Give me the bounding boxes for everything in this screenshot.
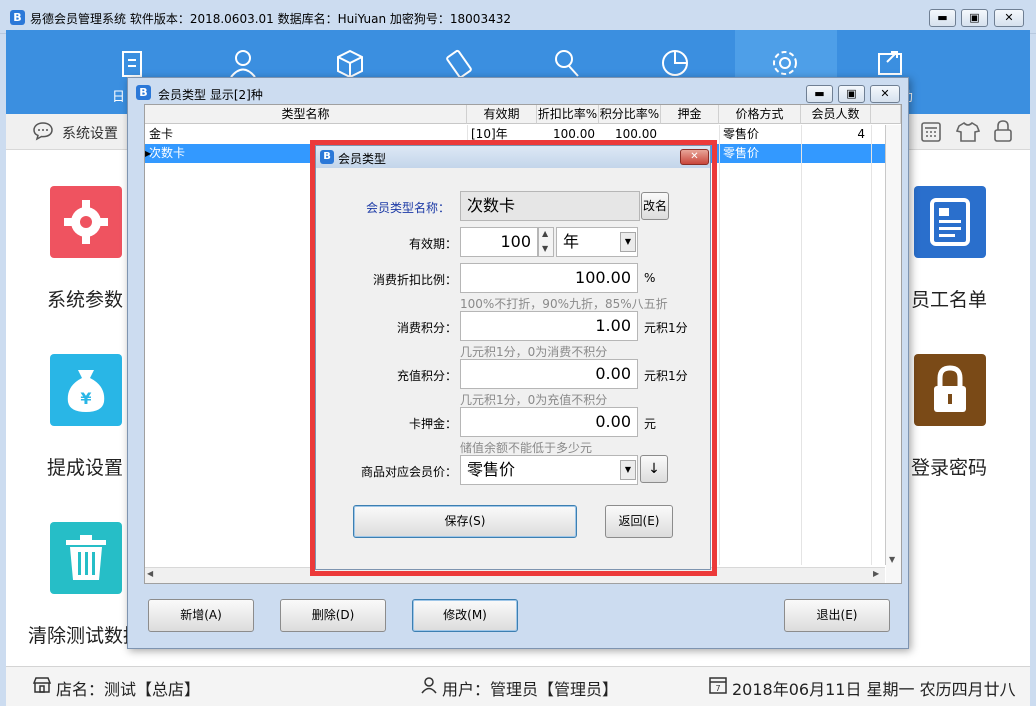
app-logo-icon: B: [10, 10, 25, 25]
minimize-button[interactable]: ▬: [929, 9, 956, 27]
clear-test-label[interactable]: 清除测试数据: [28, 621, 142, 648]
mt-maximize-button[interactable]: ▣: [838, 85, 865, 103]
scroll-left-icon[interactable]: ◀: [147, 569, 153, 578]
col-header-blank: [871, 105, 901, 124]
login-pwd-label[interactable]: 登录密码: [911, 453, 987, 480]
lock-icon: [934, 365, 966, 412]
sys-params-label[interactable]: 系统参数: [47, 285, 123, 312]
help-icon: [878, 51, 902, 75]
window-logo-icon: B: [136, 85, 151, 100]
cell-price-mode: 零售价: [723, 146, 760, 160]
scroll-right-icon[interactable]: ▶: [873, 569, 879, 578]
document-icon: [930, 198, 970, 246]
store-icon: [32, 677, 52, 693]
gear-icon: [773, 51, 797, 75]
mt-close-button[interactable]: ✕: [870, 85, 900, 103]
col-header-validity[interactable]: 有效期: [467, 105, 537, 124]
grid-line: [871, 125, 872, 565]
member-type-window-title: 会员类型 显示[2]种: [158, 88, 263, 102]
staff-list-label[interactable]: 员工名单: [911, 285, 987, 312]
col-header-points[interactable]: 积分比率%: [599, 105, 661, 124]
chat-icon: [33, 122, 53, 141]
grid-line: [719, 125, 720, 565]
col-header-name[interactable]: 类型名称: [145, 105, 467, 124]
clear-test-tile[interactable]: [50, 522, 122, 594]
tag-icon: [446, 49, 472, 78]
user-icon: [421, 677, 437, 694]
col-header-deposit[interactable]: 押金: [661, 105, 719, 124]
sys-params-tile[interactable]: [50, 186, 122, 258]
commission-tile[interactable]: ¥: [50, 354, 122, 426]
calendar-icon: 7: [709, 677, 727, 694]
search-icon: [555, 50, 579, 77]
highlight-frame: [310, 140, 717, 576]
toolstrip-title: 系统设置: [62, 126, 118, 142]
cell-price-mode: 零售价: [723, 127, 760, 141]
current-user: 用户：管理员【管理员】: [442, 680, 619, 699]
mt-minimize-button[interactable]: ▬: [806, 85, 833, 103]
user-icon: [230, 50, 256, 78]
date-display: 2018年06月11日 星期一 农历四月廿八: [732, 680, 1016, 699]
svg-text:7: 7: [715, 684, 720, 693]
main-titlebar: B 易德会员管理系统 软件版本：2018.0603.01 数据库名：HuiYua…: [0, 0, 1036, 34]
store-name: 店名：测试【总店】: [56, 680, 201, 699]
edit-button[interactable]: 修改(M): [412, 599, 518, 632]
app-title: 易德会员管理系统 软件版本：2018.0603.01 数据库名：HuiYuan …: [30, 12, 511, 26]
vertical-scrollbar[interactable]: ▼: [886, 125, 901, 583]
add-button[interactable]: 新增(A): [148, 599, 254, 632]
box-icon: [337, 49, 363, 78]
statusbar: 店名：测试【总店】 用户：管理员【管理员】 7 2018年06月11日 星期一 …: [6, 666, 1030, 706]
svg-text:¥: ¥: [80, 389, 91, 408]
pie-icon: [662, 50, 688, 76]
clipboard-icon: [122, 51, 142, 77]
col-header-members[interactable]: 会员人数: [801, 105, 871, 124]
close-button[interactable]: ✕: [994, 9, 1024, 27]
scroll-down-icon[interactable]: ▼: [889, 555, 895, 564]
delete-button[interactable]: 删除(D): [280, 599, 386, 632]
staff-list-tile[interactable]: [914, 186, 986, 258]
cell-members: 4: [857, 127, 865, 141]
window-frame-right: [1030, 30, 1036, 706]
gear-icon: [64, 200, 108, 244]
calculator-icon[interactable]: [920, 121, 942, 143]
exit-button[interactable]: 退出(E): [784, 599, 890, 632]
grid-line: [801, 125, 802, 565]
money-bag-icon: ¥: [67, 370, 105, 412]
trash-icon: [66, 535, 106, 580]
lock-icon[interactable]: [992, 119, 1014, 143]
commission-label[interactable]: 提成设置: [47, 453, 123, 480]
login-pwd-tile[interactable]: [914, 354, 986, 426]
col-header-price-mode[interactable]: 价格方式: [719, 105, 801, 124]
maximize-button[interactable]: ▣: [961, 9, 988, 27]
shirt-icon[interactable]: [956, 121, 980, 143]
col-header-discount[interactable]: 折扣比率%: [537, 105, 599, 124]
